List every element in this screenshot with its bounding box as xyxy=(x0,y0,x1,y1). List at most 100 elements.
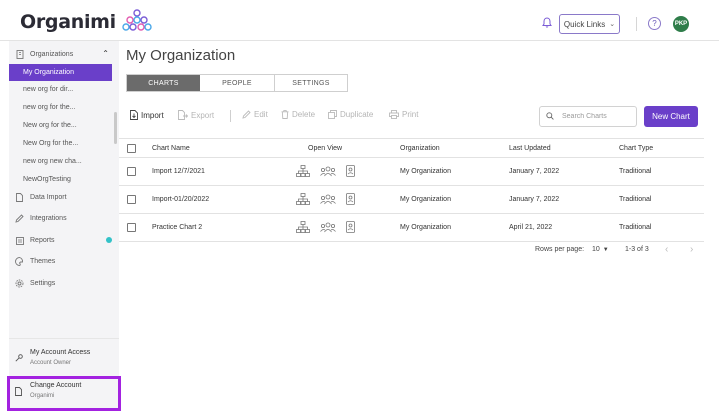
chart-name[interactable]: Practice Chart 2 xyxy=(152,224,202,231)
sidebar-org-item[interactable]: new org for the... xyxy=(9,99,112,116)
search-charts-input[interactable] xyxy=(562,113,642,120)
delete-button[interactable]: Delete xyxy=(281,110,315,119)
delete-label: Delete xyxy=(292,110,316,119)
tab-people[interactable]: PEOPLE xyxy=(200,75,275,91)
row-checkbox[interactable] xyxy=(127,167,136,176)
rows-per-page-value: 10 xyxy=(592,246,600,253)
duplicate-label: Duplicate xyxy=(340,110,374,119)
help-icon[interactable]: ? xyxy=(648,17,661,30)
import-button[interactable]: Import xyxy=(130,110,164,120)
column-header-organization[interactable]: Organization xyxy=(400,145,440,152)
sidebar-item-label: Settings xyxy=(30,280,56,287)
pagination-range: 1-3 of 3 xyxy=(625,246,649,253)
edit-label: Edit xyxy=(254,110,268,119)
account-access-role: Account Owner xyxy=(30,360,72,366)
document-icon xyxy=(15,193,24,202)
print-button[interactable]: Print xyxy=(389,110,418,119)
column-header-chart-name[interactable]: Chart Name xyxy=(152,145,190,152)
search-charts-field[interactable] xyxy=(539,106,642,127)
sidebar-organizations-header[interactable]: Organizations ⌃ xyxy=(9,46,119,63)
change-account-highlight xyxy=(7,376,121,411)
export-icon xyxy=(178,110,188,120)
sidebar-divider xyxy=(9,338,119,339)
org-chart-view-icon[interactable] xyxy=(296,221,310,233)
previous-page-icon[interactable]: ‹ xyxy=(665,244,668,255)
import-icon xyxy=(130,110,138,120)
sidebar-item-settings[interactable]: Settings xyxy=(9,275,119,292)
toolbar-divider xyxy=(230,110,231,122)
quick-links-button[interactable]: Quick Links ⌄ xyxy=(559,14,620,34)
open-view-icons xyxy=(296,165,365,177)
report-icon xyxy=(15,236,24,245)
import-label: Import xyxy=(141,110,164,120)
organization: My Organization xyxy=(400,224,451,231)
people-view-icon[interactable] xyxy=(320,194,336,205)
sidebar-item-label: Integrations xyxy=(30,215,67,222)
people-view-icon[interactable] xyxy=(320,222,336,233)
table-header-row: Chart Name Open View Organization Last U… xyxy=(119,138,704,158)
sidebar-org-item[interactable]: new org for dir... xyxy=(9,81,112,98)
tab-settings[interactable]: SETTINGS xyxy=(275,75,347,91)
chevron-down-icon: ⌄ xyxy=(609,21,616,28)
rows-per-page-select[interactable]: 10 ▼ xyxy=(592,246,609,253)
select-all-checkbox[interactable] xyxy=(127,144,136,153)
top-header: Organimi Quick Links ⌄ ? PKP xyxy=(0,0,719,41)
trash-icon xyxy=(281,110,289,119)
gear-icon xyxy=(15,279,24,288)
row-checkbox[interactable] xyxy=(127,223,136,232)
rows-per-page-label: Rows per page: xyxy=(535,246,585,253)
pencil-icon xyxy=(15,214,24,223)
sidebar-org-item[interactable]: New Org for the... xyxy=(9,135,112,152)
sidebar-item-label: Data Import xyxy=(30,194,67,201)
bell-icon[interactable] xyxy=(542,17,552,30)
building-icon xyxy=(15,50,24,59)
organization: My Organization xyxy=(400,168,451,175)
user-avatar[interactable]: PKP xyxy=(673,16,689,32)
directory-view-icon[interactable] xyxy=(346,221,355,233)
chart-name[interactable]: Import-01/20/2022 xyxy=(152,196,209,203)
table-row[interactable]: Import-01/20/2022 My Organization Januar… xyxy=(119,186,704,214)
open-view-icons xyxy=(296,193,365,205)
row-checkbox[interactable] xyxy=(127,195,136,204)
palette-icon xyxy=(15,257,24,266)
my-account-access[interactable]: My Account Access Account Owner xyxy=(9,345,119,373)
organization: My Organization xyxy=(400,196,451,203)
people-view-icon[interactable] xyxy=(320,166,336,177)
next-page-icon[interactable]: › xyxy=(690,244,693,255)
logo-tree-icon xyxy=(122,8,152,33)
key-icon xyxy=(15,354,23,364)
sidebar-item-data-import[interactable]: Data Import xyxy=(9,189,119,206)
column-header-chart-type[interactable]: Chart Type xyxy=(619,145,653,152)
sidebar-org-item[interactable]: NewOrgTesting xyxy=(9,171,112,188)
directory-view-icon[interactable] xyxy=(346,165,355,177)
sidebar: Organizations ⌃ My Organization new org … xyxy=(9,41,119,411)
sidebar-org-item-active[interactable]: My Organization xyxy=(9,64,112,81)
duplicate-button[interactable]: Duplicate xyxy=(328,110,373,119)
tab-charts[interactable]: CHARTS xyxy=(127,75,200,91)
sidebar-item-integrations[interactable]: Integrations xyxy=(9,210,119,227)
last-updated: April 21, 2022 xyxy=(509,224,553,231)
sidebar-scrollbar[interactable] xyxy=(114,112,117,144)
print-label: Print xyxy=(402,110,419,119)
organizations-label: Organizations xyxy=(30,51,74,58)
sidebar-item-themes[interactable]: Themes xyxy=(9,253,119,270)
new-chart-button[interactable]: New Chart xyxy=(644,106,698,127)
org-chart-view-icon[interactable] xyxy=(296,165,310,177)
table-row[interactable]: Practice Chart 2 My Organization April 2… xyxy=(119,214,704,242)
directory-view-icon[interactable] xyxy=(346,193,355,205)
organimi-logo[interactable]: Organimi xyxy=(20,8,152,33)
sidebar-item-reports[interactable]: Reports xyxy=(9,232,119,249)
org-chart-view-icon[interactable] xyxy=(296,193,310,205)
sidebar-org-item[interactable]: New org for the... xyxy=(9,117,112,134)
header-divider xyxy=(636,17,637,31)
column-header-last-updated[interactable]: Last Updated xyxy=(509,145,551,152)
table-row[interactable]: Import 12/7/2021 My Organization January… xyxy=(119,158,704,186)
chart-name[interactable]: Import 12/7/2021 xyxy=(152,168,205,175)
export-button[interactable]: Export xyxy=(178,110,214,120)
logo-text: Organimi xyxy=(20,11,116,33)
chevron-up-icon[interactable]: ⌃ xyxy=(102,49,109,58)
edit-button[interactable]: Edit xyxy=(242,110,268,119)
caret-down-icon: ▼ xyxy=(602,246,609,253)
column-header-open-view: Open View xyxy=(308,145,343,152)
sidebar-org-item[interactable]: new org new cha... xyxy=(9,153,112,170)
